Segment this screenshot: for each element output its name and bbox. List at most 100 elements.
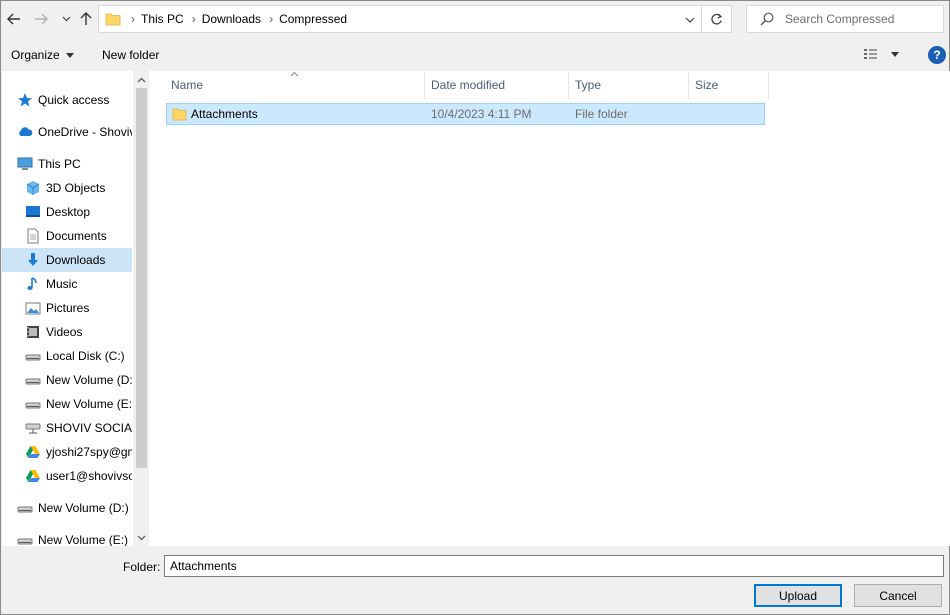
scroll-up-button[interactable] <box>133 71 149 88</box>
column-header-type[interactable]: Type <box>569 71 689 99</box>
sidebar-item-videos[interactable]: Videos <box>2 320 132 344</box>
file-type: File folder <box>575 107 628 121</box>
file-date: 10/4/2023 4:11 PM <box>431 107 532 121</box>
sidebar-item-label: Music <box>46 277 78 291</box>
cloud-icon <box>17 124 33 140</box>
sidebar-item-user1-shovivsoftware-com[interactable]: user1@shovivsoftware.com <box>2 464 132 488</box>
sidebar-item-label: New Volume (D:) <box>46 373 132 387</box>
sidebar-item-label: user1@shovivsoftware.com <box>46 469 132 483</box>
new-folder-button[interactable]: New folder <box>102 48 159 62</box>
refresh-button[interactable] <box>702 5 732 33</box>
breadcrumb-this-pc[interactable]: This PC <box>141 12 184 26</box>
sidebar-item-onedrive-shoviv[interactable]: OneDrive - Shoviv <box>2 120 132 144</box>
sidebar-item-label: yjoshi27spy@gmail.com <box>46 445 132 459</box>
chevron-right-icon: › <box>131 12 135 26</box>
search-box[interactable] <box>746 5 944 33</box>
chevron-right-icon: › <box>269 12 274 26</box>
sidebar-item-label: SHOVIV SOCIAL <box>46 421 132 435</box>
sidebar-item-this-pc[interactable]: This PC <box>2 152 132 176</box>
sidebar-item-label: New Volume (E:) <box>38 533 129 546</box>
search-icon <box>760 12 774 26</box>
folder-icon <box>172 108 187 121</box>
sidebar-item-label: New Volume (E:) <box>46 397 132 411</box>
up-arrow-icon <box>80 12 92 25</box>
sidebar-item-label: Desktop <box>46 205 91 219</box>
change-view-button[interactable] <box>863 47 899 61</box>
sidebar-item-label: Quick access <box>38 93 110 107</box>
table-row[interactable]: Attachments 10/4/2023 4:11 PM File folde… <box>166 103 765 125</box>
address-dropdown-button[interactable] <box>685 13 695 27</box>
file-list: Name Date modified Type Size Attachments… <box>149 71 950 546</box>
cube-icon <box>25 180 41 196</box>
sidebar-item-label: Local Disk (C:) <box>46 349 125 363</box>
sidebar-item-new-volume-e[interactable]: New Volume (E:) <box>2 392 132 416</box>
file-name: Attachments <box>191 107 258 121</box>
forward-arrow-icon <box>35 13 48 25</box>
nav-scrollbar[interactable] <box>133 71 149 546</box>
folder-input[interactable] <box>164 555 944 577</box>
drive-icon <box>25 396 41 412</box>
search-input[interactable] <box>785 12 935 26</box>
sidebar-item-label: New Volume (D:) <box>38 501 129 515</box>
google-drive-icon <box>25 468 41 484</box>
sidebar-item-new-volume-d[interactable]: New Volume (D:) <box>2 496 132 520</box>
column-header-size[interactable]: Size <box>689 71 769 99</box>
sidebar-item-quick-access[interactable]: Quick access <box>2 88 132 112</box>
google-drive-icon <box>25 444 41 460</box>
file-dialog: › This PC › Downloads › Compressed Organ… <box>0 0 950 615</box>
forward-button[interactable] <box>31 7 51 31</box>
folder-icon <box>105 13 121 26</box>
download-icon <box>25 252 41 268</box>
video-icon <box>25 324 41 340</box>
sidebar-item-shoviv-social[interactable]: SHOVIV SOCIAL <box>2 416 132 440</box>
scroll-down-button[interactable] <box>133 529 149 546</box>
sidebar-item-new-volume-e[interactable]: New Volume (E:) <box>2 528 132 546</box>
folder-label: Folder: <box>123 560 161 574</box>
sidebar-item-downloads[interactable]: Downloads <box>2 248 132 272</box>
breadcrumb-downloads[interactable]: Downloads <box>202 12 261 26</box>
caret-down-icon <box>891 51 899 57</box>
sidebar-item-music[interactable]: Music <box>2 272 132 296</box>
chevron-up-icon <box>137 77 146 82</box>
sidebar-item-documents[interactable]: Documents <box>2 224 132 248</box>
organize-button[interactable]: Organize <box>11 48 74 62</box>
chevron-down-icon <box>62 16 70 22</box>
breadcrumb-compressed[interactable]: Compressed <box>279 12 347 26</box>
drive-icon <box>17 500 33 516</box>
sidebar-item-yjoshi27spy-gmail-com[interactable]: yjoshi27spy@gmail.com <box>2 440 132 464</box>
sidebar-item-label: OneDrive - Shoviv <box>38 125 132 139</box>
sidebar-item-label: Pictures <box>46 301 90 315</box>
help-button[interactable]: ? <box>928 46 946 64</box>
view-list-icon <box>864 49 877 59</box>
caret-down-icon <box>65 52 74 58</box>
document-icon <box>25 228 41 244</box>
organize-label: Organize <box>11 48 60 62</box>
chevron-down-icon <box>685 17 695 23</box>
column-header-name[interactable]: Name <box>165 71 425 99</box>
upload-button[interactable]: Upload <box>754 584 842 607</box>
sidebar-item-new-volume-d[interactable]: New Volume (D:) <box>2 368 132 392</box>
cancel-button[interactable]: Cancel <box>854 584 942 607</box>
sidebar-item-label: Videos <box>46 325 83 339</box>
scroll-thumb[interactable] <box>136 88 147 468</box>
chevron-down-icon <box>137 535 146 540</box>
sidebar-item-desktop[interactable]: Desktop <box>2 200 132 224</box>
drive-icon <box>25 348 41 364</box>
column-header-date-modified[interactable]: Date modified <box>425 71 569 99</box>
back-arrow-icon <box>7 13 20 25</box>
chevron-right-icon: › <box>191 12 196 26</box>
music-icon <box>25 276 41 292</box>
new-folder-label: New folder <box>102 48 160 62</box>
desktop-icon <box>25 204 41 220</box>
back-button[interactable] <box>4 7 24 31</box>
address-bar[interactable]: › This PC › Downloads › Compressed <box>98 5 702 33</box>
navigation-pane: Quick access OneDrive - Shoviv This PC 3D O… <box>2 71 149 546</box>
refresh-icon <box>711 13 723 25</box>
sidebar-item-local-disk-c[interactable]: Local Disk (C:) <box>2 344 132 368</box>
sidebar-item-pictures[interactable]: Pictures <box>2 296 132 320</box>
star-icon <box>17 92 33 108</box>
recent-locations-button[interactable] <box>56 7 76 31</box>
up-button[interactable] <box>76 7 96 31</box>
sidebar-item-3d-objects[interactable]: 3D Objects <box>2 176 132 200</box>
network-drive-icon <box>25 420 41 436</box>
